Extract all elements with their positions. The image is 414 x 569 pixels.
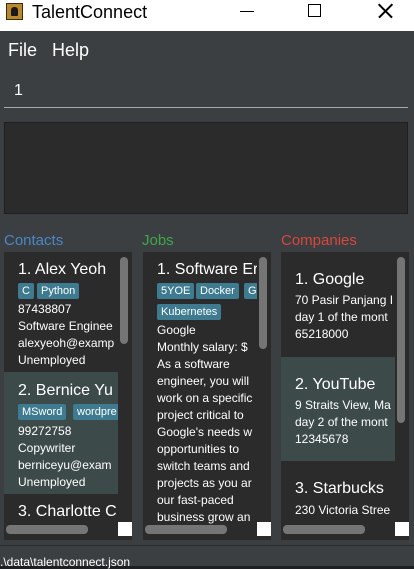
title-bar: TalentConnect	[0, 0, 414, 31]
contact-phone: 87438807	[18, 302, 72, 316]
company-address: 70 Pasir Panjang I	[295, 293, 394, 307]
contact-card[interactable]: 3. Charlotte C	[4, 494, 118, 524]
job-description-line: work on a specific	[157, 391, 253, 405]
company-card[interactable]: 3. Starbucks 230 Victoria Stree	[281, 461, 395, 524]
job-description-line: business grow an	[157, 510, 251, 524]
company-phone: 12345678	[295, 432, 349, 446]
contact-tag: wordpre	[73, 404, 118, 420]
company-card[interactable]: 2. YouTube 9 Straits View, Ma day 2 of t…	[281, 357, 395, 461]
company-schedule: day 1 of the mont	[295, 310, 388, 324]
contacts-label: Contacts	[4, 232, 64, 249]
save-location: .\data\talentconnect.json	[0, 555, 131, 569]
job-description-line: engineer, you will	[157, 374, 250, 388]
contacts-vertical-scrollbar[interactable]	[120, 257, 128, 344]
company-name: 2. YouTube	[295, 376, 376, 393]
jobs-label: Jobs	[142, 232, 174, 249]
scroll-corner	[395, 522, 409, 536]
menu-bar: File Help	[0, 31, 414, 68]
contacts-list[interactable]: 1. Alex Yeoh C Python 87438807 Software …	[4, 252, 132, 540]
contact-role: Copywriter	[18, 441, 76, 455]
app-icon	[6, 3, 23, 20]
command-input[interactable]	[4, 74, 408, 108]
company-schedule: day 2 of the mont	[295, 415, 388, 429]
job-description-line: project critical to	[157, 408, 244, 422]
job-description-line: As a software	[157, 357, 230, 371]
contact-name: 1. Alex Yeoh	[18, 261, 107, 278]
companies-vertical-scrollbar[interactable]	[397, 257, 405, 423]
contact-status: Unemployed	[18, 353, 86, 367]
contact-card[interactable]: 2. Bernice Yu MSword wordpre 99272758 Co…	[4, 372, 118, 494]
jobs-list[interactable]: 1. Software Er 5YOE Docker G Kubernetes …	[143, 252, 271, 540]
minimize-icon[interactable]	[224, 0, 270, 31]
jobs-horizontal-scrollbar[interactable]	[145, 525, 227, 534]
status-bar: .\data\talentconnect.json	[0, 545, 414, 569]
maximize-icon[interactable]	[292, 0, 338, 31]
job-company: Google	[157, 323, 196, 337]
job-description-line: projects as you ar	[157, 476, 252, 490]
job-tag: Docker	[196, 283, 239, 299]
company-name: 1. Google	[295, 271, 365, 288]
company-phone: 65218000	[295, 327, 349, 341]
jobs-vertical-scrollbar[interactable]	[259, 257, 267, 349]
scroll-corner	[118, 522, 132, 536]
contact-role: Software Enginee	[18, 319, 113, 333]
menu-file[interactable]: File	[8, 40, 37, 61]
job-description-line: Google's needs w	[157, 425, 253, 439]
company-name: 3. Starbucks	[295, 480, 384, 497]
companies-list[interactable]: 1. Google 70 Pasir Panjang I day 1 of th…	[281, 252, 409, 540]
contact-name: 3. Charlotte C	[18, 503, 117, 520]
company-address: 230 Victoria Stree	[295, 503, 391, 517]
contact-tag: MSword	[18, 404, 67, 420]
job-tag: Kubernetes	[157, 304, 222, 320]
window-title: TalentConnect	[32, 2, 148, 22]
companies-horizontal-scrollbar[interactable]	[283, 525, 365, 534]
contact-card[interactable]: 1. Alex Yeoh C Python 87438807 Software …	[4, 252, 118, 372]
command-box	[0, 68, 414, 114]
job-description-line: our fast-paced	[157, 493, 234, 507]
contacts-horizontal-scrollbar[interactable]	[6, 525, 88, 534]
job-description-line: opportunities to	[157, 442, 240, 456]
contact-email: alexyeoh@examp	[18, 336, 115, 350]
companies-label: Companies	[281, 232, 357, 249]
contact-tag: Python	[37, 283, 80, 299]
contact-phone: 99272758	[18, 424, 72, 438]
company-card[interactable]: 1. Google 70 Pasir Panjang I day 1 of th…	[281, 252, 395, 357]
menu-help[interactable]: Help	[52, 40, 89, 61]
list-panels: Contacts 1. Alex Yeoh C Python 87438807 …	[0, 220, 414, 545]
company-address: 9 Straits View, Ma	[295, 398, 391, 412]
job-description-line: switch teams and	[157, 459, 250, 473]
close-icon[interactable]	[362, 0, 408, 31]
scroll-corner	[257, 522, 271, 536]
contact-name: 2. Bernice Yu	[18, 382, 113, 399]
job-salary: Monthly salary: $	[157, 340, 248, 354]
contact-email: berniceyu@exam	[18, 458, 112, 472]
job-tag: 5YOE	[157, 283, 195, 299]
job-card[interactable]: 1. Software Er 5YOE Docker G Kubernetes …	[143, 252, 257, 524]
result-display[interactable]	[4, 122, 408, 214]
contact-status: Unemployed	[18, 475, 86, 489]
contact-tag: C	[18, 283, 34, 299]
result-display-container	[0, 114, 414, 220]
job-tag: G	[244, 283, 257, 299]
job-title: 1. Software Er	[157, 261, 257, 278]
